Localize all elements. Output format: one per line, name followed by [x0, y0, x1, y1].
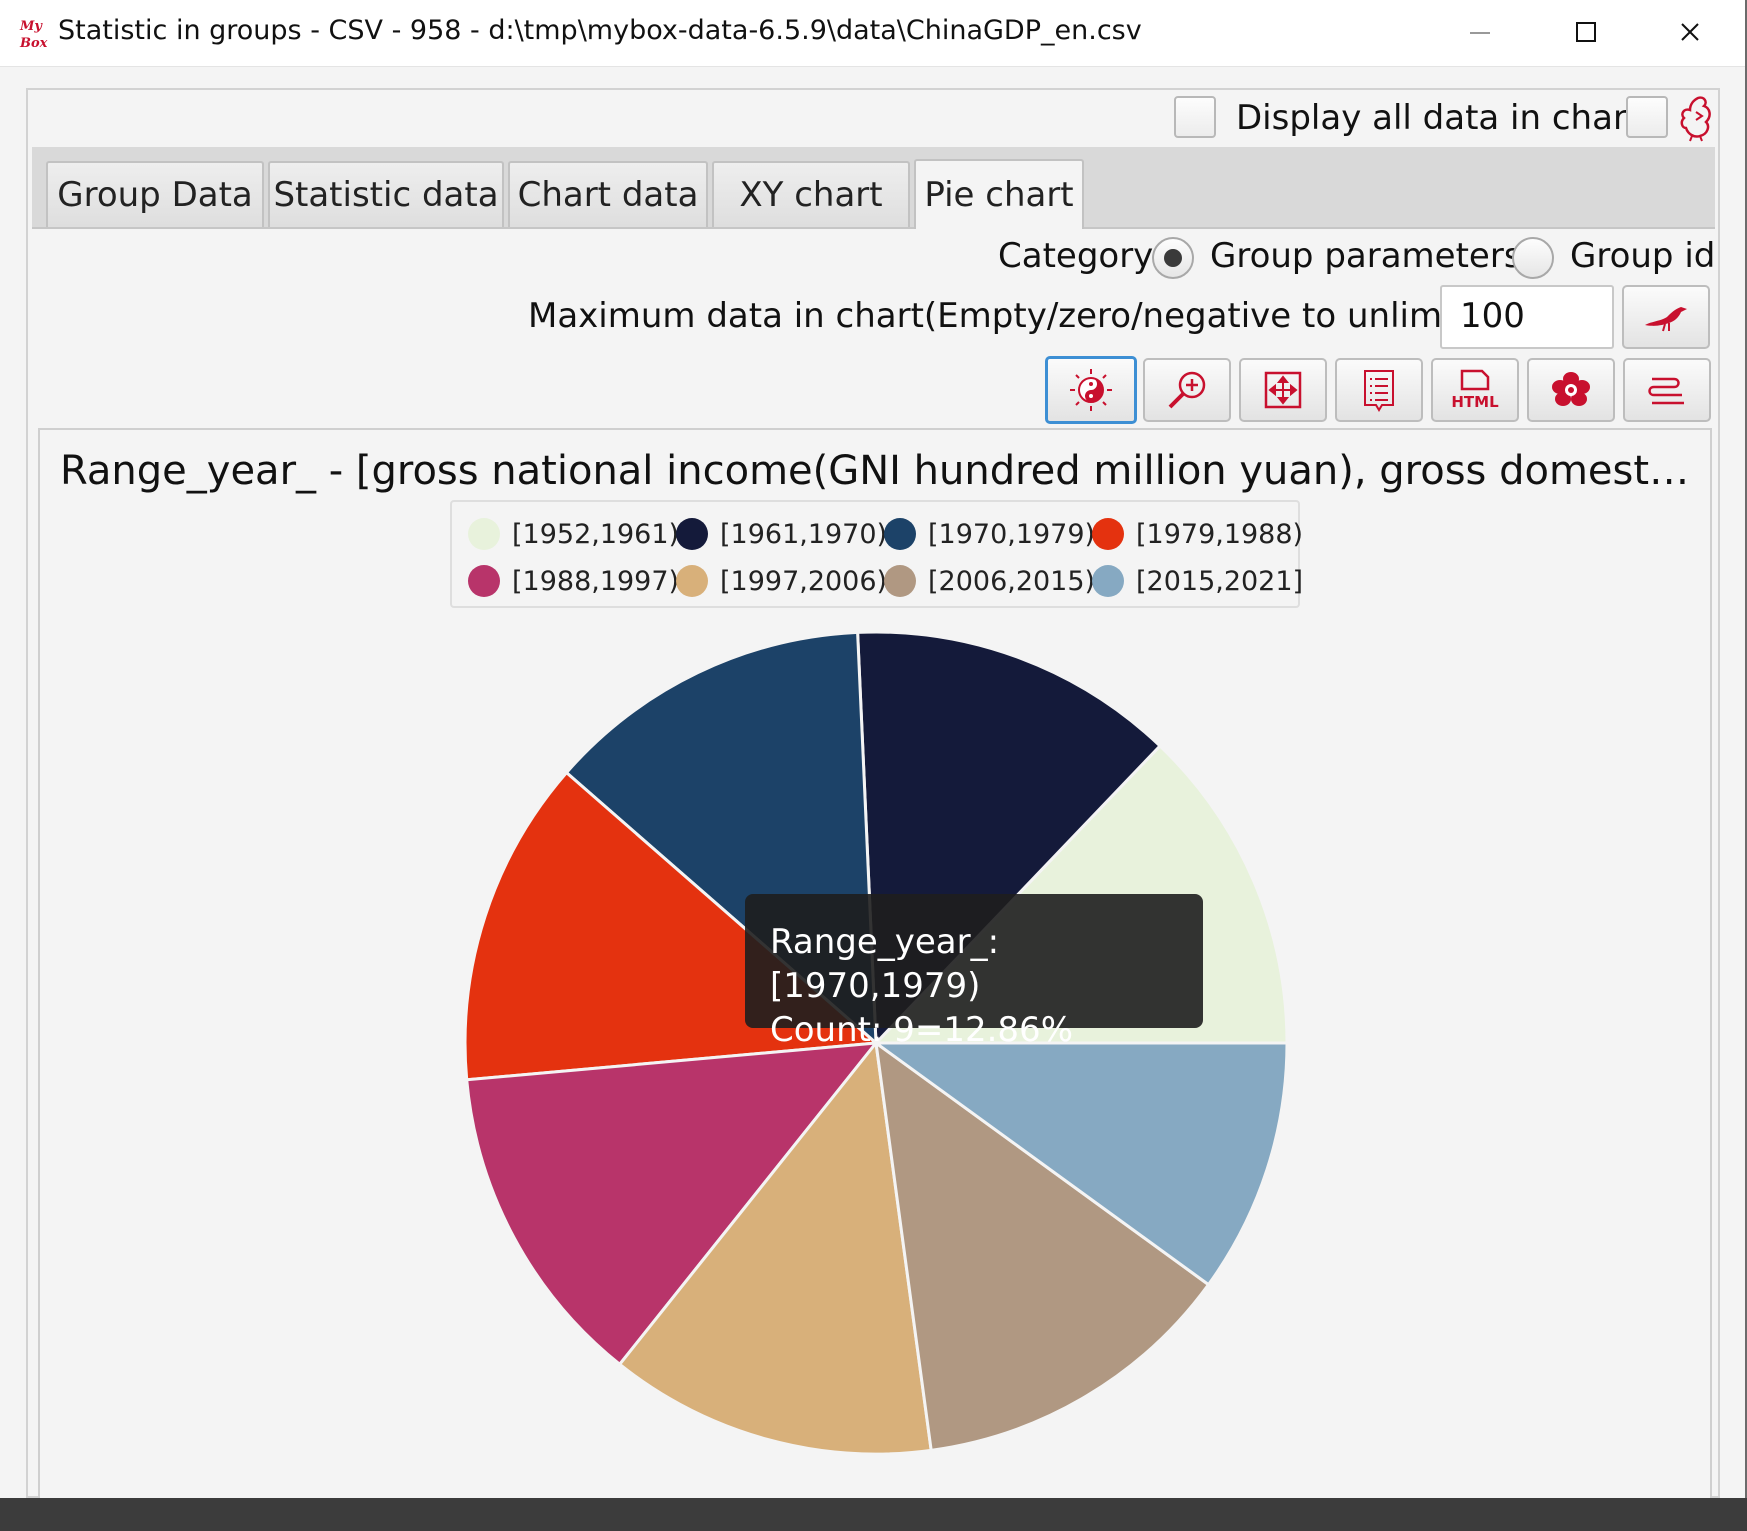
- title-bar: My Box Statistic in groups - CSV - 958 -…: [0, 0, 1745, 67]
- legend-swatch: [676, 518, 708, 550]
- text-data-button[interactable]: [1335, 358, 1423, 422]
- legend-label: [1997,2006): [720, 565, 888, 597]
- group-parameters-label: Group parameters: [1210, 236, 1522, 276]
- minimize-button[interactable]: [1430, 0, 1530, 66]
- display-all-label: Display all data in chart: [1236, 98, 1641, 138]
- yin-yang-palette-icon: [1070, 369, 1112, 411]
- tooltip-range: Range_year_: [1970,1979): [770, 922, 1000, 1006]
- max-data-input[interactable]: 100: [1440, 285, 1614, 349]
- radio-selected-dot: [1164, 249, 1182, 267]
- legend-item: [2015,2021]: [1092, 561, 1303, 601]
- legend-label: [2015,2021]: [1136, 565, 1304, 597]
- legend-swatch: [676, 565, 708, 597]
- legend-swatch: [1092, 518, 1124, 550]
- taskbar: [0, 1498, 1747, 1531]
- chart-legend: [1952,1961) [1961,1970) [1970,1979) [197…: [450, 500, 1303, 608]
- legend-label: [2006,2015): [928, 565, 1096, 597]
- group-id-label: Group id: [1570, 236, 1716, 276]
- legend-label: [1988,1997): [512, 565, 680, 597]
- menu-lines-icon: [1648, 377, 1684, 405]
- category-label: Category: [998, 236, 1154, 276]
- html-text: HTML: [1451, 393, 1499, 411]
- bird-icon: [1645, 307, 1687, 332]
- svg-text:My: My: [19, 19, 43, 34]
- legend-item: [1970,1979): [884, 514, 1095, 554]
- tooltip-count: Count: 9=12.86%: [770, 1010, 1073, 1050]
- tab-pie-chart[interactable]: Pie chart: [914, 159, 1084, 229]
- tab-chart-data[interactable]: Chart data: [508, 161, 708, 227]
- text-data-icon: [1364, 370, 1394, 412]
- legend-item: [1988,1997): [468, 561, 679, 601]
- menu-button[interactable]: [1623, 358, 1711, 422]
- display-all-checkbox[interactable]: [1174, 96, 1216, 138]
- fit-button[interactable]: [1239, 358, 1327, 422]
- zoom-button[interactable]: [1143, 358, 1231, 422]
- palette-button[interactable]: [1045, 356, 1137, 424]
- rooster-icon[interactable]: [1676, 94, 1716, 142]
- legend-swatch: [1092, 565, 1124, 597]
- close-icon: [1681, 23, 1699, 41]
- slice-tooltip: Range_year_: [1970,1979) Count: 9=12.86%: [745, 894, 1203, 1050]
- close-button[interactable]: [1640, 0, 1740, 66]
- legend-swatch: [468, 565, 500, 597]
- tab-bar: Group Data Statistic data Chart data XY …: [32, 147, 1715, 229]
- legend-item: [1952,1961): [468, 514, 679, 554]
- legend-label: [1952,1961): [512, 518, 680, 550]
- window-title: Statistic in groups - CSV - 958 - d:\tmp…: [58, 15, 1142, 46]
- html-icon: HTML: [1451, 369, 1499, 411]
- legend-label: [1979,1988): [1136, 518, 1304, 550]
- apply-max-button[interactable]: [1622, 285, 1710, 349]
- minimize-icon: [1470, 32, 1490, 34]
- pop-checkbox[interactable]: [1626, 96, 1668, 138]
- tab-xy-chart[interactable]: XY chart: [712, 161, 910, 227]
- svg-text:Box: Box: [19, 36, 48, 51]
- html-button[interactable]: HTML: [1431, 358, 1519, 422]
- app-window: My Box Statistic in groups - CSV - 958 -…: [0, 0, 1747, 1498]
- legend-item: [1979,1988): [1092, 514, 1303, 554]
- legend-label: [1961,1970): [720, 518, 888, 550]
- max-data-label: Maximum data in chart(Empty/zero/negativ…: [528, 296, 1479, 336]
- maximize-button[interactable]: [1535, 0, 1635, 66]
- group-id-radio[interactable]: [1512, 237, 1554, 279]
- legend-label: [1970,1979): [928, 518, 1096, 550]
- legend-item: [1997,2006): [676, 561, 887, 601]
- fit-expand-icon: [1264, 371, 1302, 409]
- peony-flower-icon: [1552, 372, 1590, 406]
- mybox-logo-icon: My Box: [19, 19, 48, 51]
- legend-swatch: [468, 518, 500, 550]
- legend-swatch: [884, 518, 916, 550]
- chart-title: Range_year_ - [gross national income(GNI…: [60, 448, 1700, 494]
- legend-item: [1961,1970): [676, 514, 887, 554]
- style-button[interactable]: [1527, 358, 1615, 422]
- tab-statistic-data[interactable]: Statistic data: [268, 161, 504, 227]
- legend-item: [2006,2015): [884, 561, 1095, 601]
- zoom-in-icon: [1168, 371, 1206, 409]
- group-parameters-radio[interactable]: [1152, 237, 1194, 279]
- tab-group-data[interactable]: Group Data: [46, 161, 264, 227]
- maximize-icon: [1576, 22, 1596, 42]
- legend-swatch: [884, 565, 916, 597]
